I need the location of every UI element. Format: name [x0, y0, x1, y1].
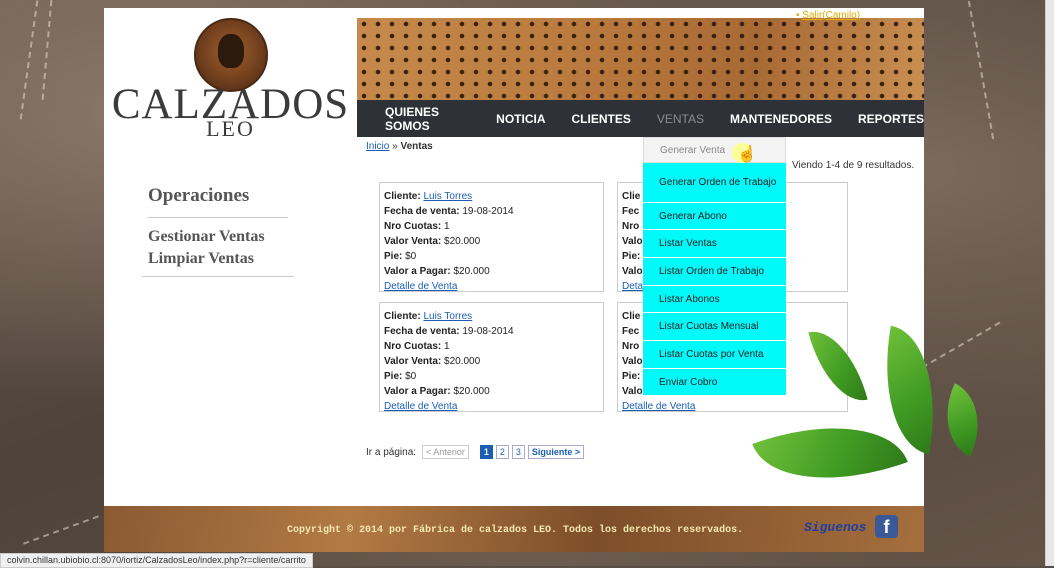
pie-label: Pie:	[384, 251, 403, 262]
pagar-label: Valo	[622, 386, 643, 397]
detalle-venta-link[interactable]: Detalle de Venta	[384, 401, 457, 412]
sidebar-link-limpiar-ventas[interactable]: Limpiar Ventas	[148, 248, 294, 270]
breadcrumb-current: Ventas	[400, 141, 433, 152]
pie-label: Pie:	[622, 251, 641, 262]
cuotas-label: Nro	[622, 341, 640, 352]
menu-item-listar-ventas[interactable]: Listar Ventas	[643, 230, 786, 258]
pie-label: Pie:	[622, 371, 641, 382]
valor-label: Valor Venta:	[384, 236, 442, 247]
cuotas-label: Nro	[622, 221, 640, 232]
menu-item-generar-abono[interactable]: Generar Abono	[643, 203, 786, 230]
logout-link-wrap: • Salir(Camilo)	[796, 10, 861, 21]
pie-value: $0	[405, 371, 417, 382]
prev-page-button[interactable]: < Anterior	[422, 445, 469, 459]
valor-value: $20.000	[444, 356, 481, 367]
nav-item-ventas[interactable]: VENTAS	[657, 112, 704, 126]
results-summary: Viendo 1-4 de 9 resultados.	[792, 160, 915, 171]
sale-card: Cliente: Luis Torres Fecha de venta: 19-…	[379, 302, 604, 412]
page-button-3[interactable]: 3	[511, 445, 525, 459]
detalle-venta-link[interactable]: Detalle de Venta	[622, 401, 695, 412]
facebook-icon[interactable]: f	[875, 515, 898, 538]
menu-item-listar-abonos[interactable]: Listar Abonos	[643, 286, 786, 313]
fecha-value: 19-08-2014	[462, 326, 514, 337]
detalle-venta-link[interactable]: Deta	[622, 281, 643, 292]
pagination-label: Ir a página:	[366, 446, 417, 458]
valor-label: Valor Venta:	[384, 356, 442, 367]
breadcrumb: Inicio » Ventas	[366, 141, 433, 152]
fecha-label: Fec	[622, 326, 640, 337]
fecha-label: Fecha de venta:	[384, 206, 460, 217]
menu-item-listar-cuotas-venta[interactable]: Listar Cuotas por Venta	[643, 341, 786, 369]
pie-value: $0	[405, 251, 417, 262]
logo-subtitle: LEO	[206, 116, 255, 141]
nav-item-clientes[interactable]: CLIENTES	[572, 112, 631, 126]
cliente-link[interactable]: Luis Torres	[423, 311, 472, 322]
pagar-label: Valor a Pagar:	[384, 266, 451, 277]
cliente-link[interactable]: Luis Torres	[423, 191, 472, 202]
ventas-dropdown-menu: Generar Venta Generar Orden de Trabajo G…	[643, 137, 786, 396]
nav-item-noticia[interactable]: NOTICIA	[496, 112, 545, 126]
footer: Copyright © 2014 por Fábrica de calzados…	[104, 506, 924, 552]
lion-head-icon	[218, 34, 244, 68]
footer-copyright: Copyright © 2014 por Fábrica de calzados…	[287, 525, 744, 536]
pagination: Ir a página: < Anterior 1 2 3 Siguiente …	[366, 445, 585, 459]
cliente-label: Cliente:	[384, 191, 421, 202]
sidebar: Operaciones Gestionar Ventas Limpiar Ven…	[142, 185, 294, 277]
main-nav: QUIENES SOMOS NOTICIA CLIENTES VENTAS MA…	[357, 100, 924, 137]
nav-item-quienes-somos[interactable]: QUIENES SOMOS	[385, 105, 470, 133]
fecha-value: 19-08-2014	[462, 206, 514, 217]
next-page-button[interactable]: Siguiente >	[527, 445, 585, 459]
valor-label: Valo	[622, 356, 643, 367]
cuotas-label: Nro Cuotas:	[384, 221, 442, 232]
cliente-label: Clie	[622, 311, 641, 322]
breadcrumb-home-link[interactable]: Inicio	[366, 141, 389, 152]
cuotas-label: Nro Cuotas:	[384, 341, 442, 352]
sale-card: Cliente: Luis Torres Fecha de venta: 19-…	[379, 182, 604, 292]
hand-cursor-icon: ☝	[737, 146, 757, 163]
pagar-value: $20.000	[453, 266, 490, 277]
fecha-label: Fec	[622, 206, 640, 217]
pagar-value: $20.000	[453, 386, 490, 397]
header-banner	[357, 18, 924, 100]
pie-label: Pie:	[384, 371, 403, 382]
breadcrumb-separator: »	[392, 141, 398, 152]
menu-item-generar-venta[interactable]: Generar Venta	[643, 137, 786, 163]
cuotas-value: 1	[444, 221, 450, 232]
valor-value: $20.000	[444, 236, 481, 247]
sidebar-title: Operaciones	[148, 185, 250, 206]
sidebar-divider	[142, 276, 294, 277]
fecha-label: Fecha de venta:	[384, 326, 460, 337]
pagar-label: Valo	[622, 266, 643, 277]
page-button-1[interactable]: 1	[479, 445, 493, 459]
sidebar-divider	[148, 217, 288, 218]
page-scrollbar[interactable]	[1045, 0, 1054, 566]
valor-label: Valo	[622, 236, 643, 247]
menu-item-listar-orden-trabajo[interactable]: Listar Orden de Trabajo	[643, 258, 786, 286]
detalle-venta-link[interactable]: Detalle de Venta	[384, 281, 457, 292]
nav-item-reportes[interactable]: REPORTES	[858, 112, 924, 126]
site-logo[interactable]: CALZADOS LEO	[104, 8, 357, 141]
cliente-label: Clie	[622, 191, 641, 202]
menu-item-generar-orden-trabajo[interactable]: Generar Orden de Trabajo	[643, 163, 786, 203]
pagar-label: Valor a Pagar:	[384, 386, 451, 397]
nav-item-mantenedores[interactable]: MANTENEDORES	[730, 112, 832, 126]
sidebar-link-gestionar-ventas[interactable]: Gestionar Ventas	[148, 226, 294, 248]
logout-link[interactable]: Salir(Camilo)	[802, 10, 860, 21]
cliente-label: Cliente:	[384, 311, 421, 322]
page-button-2[interactable]: 2	[495, 445, 509, 459]
menu-item-enviar-cobro[interactable]: Enviar Cobro	[643, 369, 786, 396]
cuotas-value: 1	[444, 341, 450, 352]
menu-item-listar-cuotas-mensual[interactable]: Listar Cuotas Mensual	[643, 313, 786, 341]
